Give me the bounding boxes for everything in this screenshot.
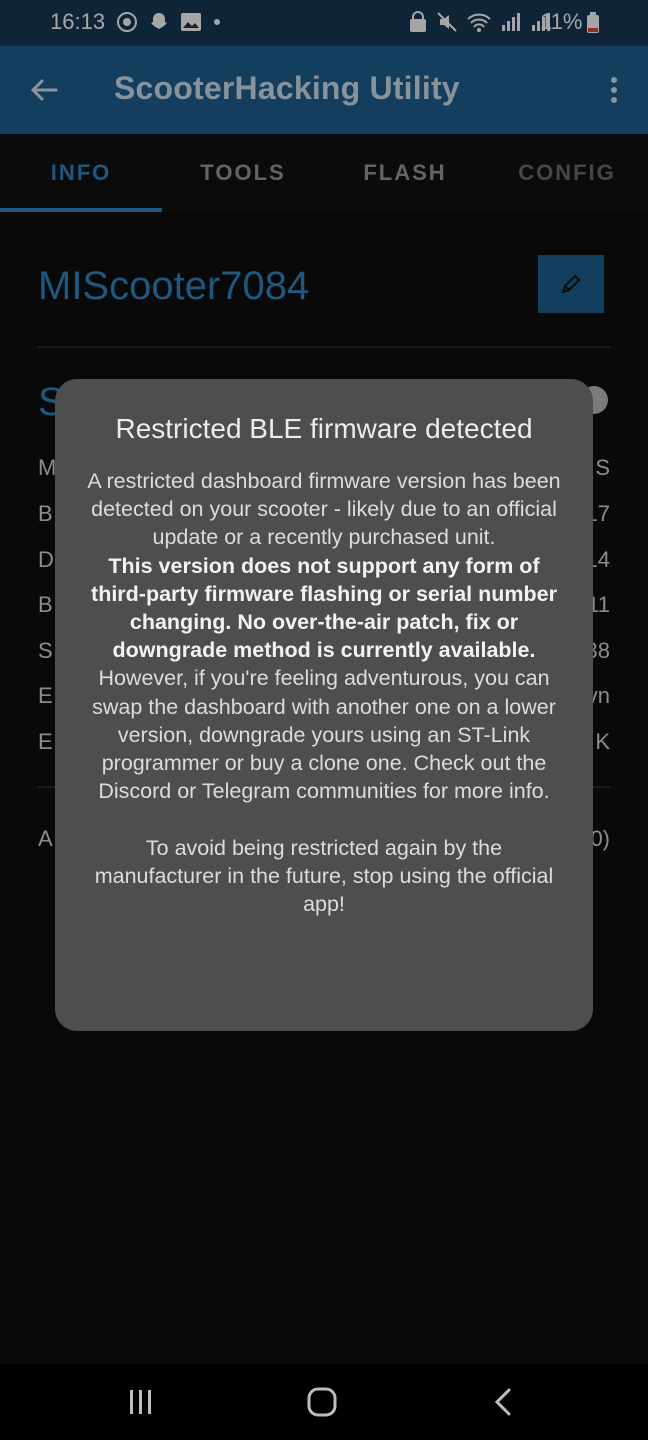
dialog-body: A restricted dashboard firmware version … — [87, 467, 561, 918]
dialog-body-footer: To avoid being restricted again by the m… — [94, 835, 554, 917]
dialog-title: Restricted BLE firmware detected — [115, 413, 533, 444]
dialog-body-advice: However, if you're feeling adventurous, … — [92, 666, 556, 804]
dialog-body-intro: A restricted dashboard firmware version … — [87, 469, 561, 550]
home-icon[interactable] — [302, 1386, 342, 1418]
system-nav-bar — [0, 1364, 648, 1440]
dialog-body-warning: This version does not support any form o… — [91, 553, 557, 663]
recent-apps-icon[interactable] — [121, 1386, 161, 1418]
restricted-firmware-dialog: Restricted BLE firmware detected A restr… — [55, 379, 593, 1031]
back-icon[interactable] — [484, 1386, 524, 1418]
